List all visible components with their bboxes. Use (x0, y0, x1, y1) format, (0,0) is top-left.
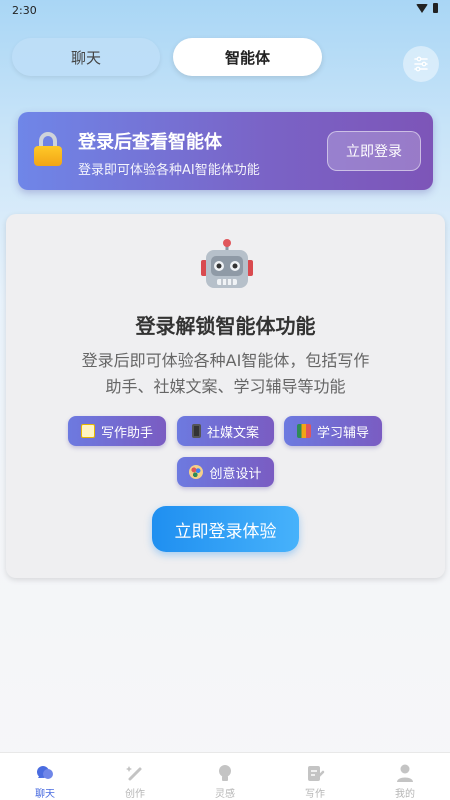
status-icons (416, 3, 438, 13)
banner-title: 登录后查看智能体 (78, 132, 222, 153)
wifi-icon (416, 3, 428, 13)
tag-label: 学习辅导 (316, 425, 369, 441)
login-experience-button[interactable]: 立即登录体验 (152, 506, 299, 552)
unlock-card: 登录解锁智能体功能 登录后即可体验各种AI智能体，包括写作助手、社媒文案、学习辅… (6, 214, 445, 578)
card-description: 登录后即可体验各种AI智能体，包括写作助手、社媒文案、学习辅导等功能 (81, 351, 370, 396)
memo-icon (80, 424, 95, 438)
nav-item-inspiration[interactable]: 灵感 (180, 753, 270, 800)
filter-settings-button[interactable] (403, 46, 439, 82)
chat-icon (37, 766, 53, 779)
robot-icon (201, 239, 253, 288)
tag-social-copy[interactable]: 社媒文案 (177, 416, 274, 446)
status-bar: 2:30 (0, 0, 450, 22)
tab-chat[interactable]: 聊天 (12, 38, 160, 76)
top-tabs: 聊天 智能体 (12, 38, 322, 76)
nav-label: 我的 (395, 789, 415, 800)
nav-label: 写作 (305, 789, 325, 800)
lock-icon (34, 132, 62, 166)
tag-creative-design[interactable]: 创意设计 (177, 457, 274, 487)
tag-label: 社媒文案 (206, 425, 259, 441)
battery-icon (433, 3, 438, 13)
user-icon (397, 764, 413, 782)
books-icon (296, 424, 311, 438)
edit-document-icon (308, 766, 325, 781)
nav-label: 聊天 (35, 789, 55, 800)
nav-label: 灵感 (215, 789, 235, 800)
lightbulb-icon (219, 765, 231, 781)
banner-subtitle: 登录即可体验各种AI智能体功能 (78, 163, 260, 178)
sliders-icon (414, 56, 428, 72)
bottom-nav: 聊天 创作 灵感 写作 我的 (0, 752, 450, 800)
palette-icon (189, 465, 204, 479)
banner-login-button[interactable]: 立即登录 (327, 131, 421, 171)
login-banner: 登录后查看智能体 登录即可体验各种AI智能体功能 立即登录 (18, 112, 433, 190)
nav-item-profile[interactable]: 我的 (360, 753, 450, 800)
tag-writing-assistant[interactable]: 写作助手 (68, 416, 166, 446)
nav-item-create[interactable]: 创作 (90, 753, 180, 800)
nav-item-writing[interactable]: 写作 (270, 753, 360, 800)
magic-wand-icon (126, 766, 142, 781)
card-title: 登录解锁智能体功能 (135, 314, 316, 338)
nav-item-chat[interactable]: 聊天 (0, 753, 90, 800)
mobile-phone-icon (191, 424, 201, 438)
nav-label: 创作 (125, 789, 145, 800)
tag-label: 写作助手 (100, 425, 153, 441)
tag-study-tutoring[interactable]: 学习辅导 (284, 416, 382, 446)
tab-agents[interactable]: 智能体 (173, 38, 322, 76)
tag-label: 创意设计 (209, 466, 262, 482)
status-time: 2:30 (12, 4, 37, 17)
